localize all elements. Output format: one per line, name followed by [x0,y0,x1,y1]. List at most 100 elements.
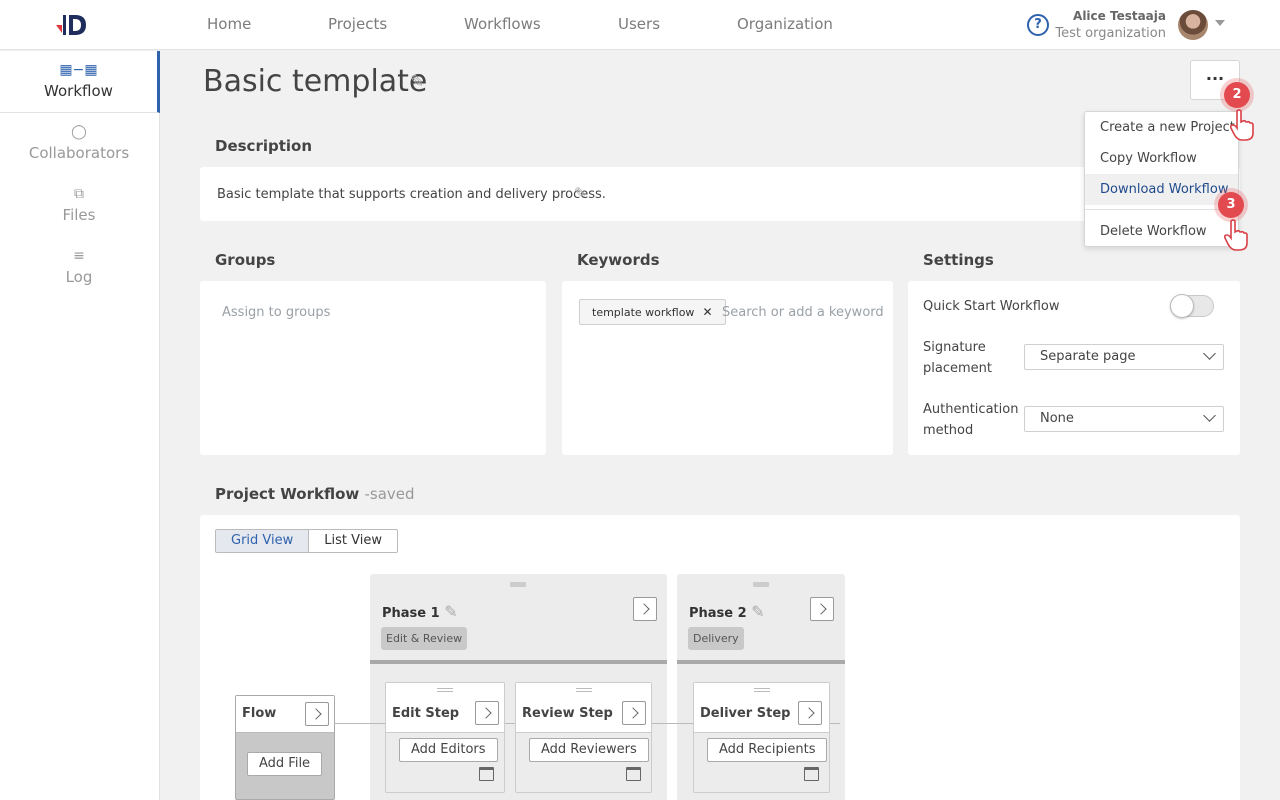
sidebar-item-label: Files [62,206,96,224]
menu-divider [1085,209,1238,210]
drag-handle-icon[interactable] [510,582,526,587]
keywords-label: Keywords [577,251,660,269]
step-expand-button[interactable] [475,701,499,725]
grid-view-button[interactable]: Grid View [216,530,310,552]
nav-home[interactable]: Home [207,15,251,33]
list-view-button[interactable]: List View [309,530,397,552]
sidebar: ▦−▦ Workflow ◯ Collaborators ⧉ Files ≡ L… [0,51,160,800]
phase-tag: Delivery [688,627,744,650]
help-icon[interactable]: ? [1027,14,1049,36]
step-header: Review Step [516,683,651,733]
edit-pencil-icon[interactable]: ✎ [751,602,764,621]
step-badge-2: 2 [1224,82,1250,108]
step-badge-3: 3 [1218,192,1244,218]
sidebar-item-workflow[interactable]: ▦−▦ Workflow [0,51,160,113]
edit-description-pencil-icon[interactable]: ✎ [574,184,587,202]
phase-name: Phase 2 ✎ [689,602,765,621]
drag-handle-icon[interactable] [754,688,770,692]
flow-step[interactable]: Flow Add File [235,695,335,800]
groups-label: Groups [215,251,276,269]
close-icon[interactable]: ✕ [702,305,712,319]
edit-pencil-icon[interactable]: ✎ [444,602,457,621]
log-icon: ≡ [73,248,85,264]
phase-name: Phase 1 ✎ [382,602,458,621]
files-icon: ⧉ [74,186,84,202]
add-reviewers-button[interactable]: Add Reviewers [529,738,649,762]
phase-tag: Edit & Review [381,627,468,650]
auth-label-line2: method [923,423,974,438]
signature-placement-value: Separate page [1040,349,1136,364]
review-step[interactable]: Review Step Add Reviewers [515,682,652,793]
menu-item-delete-workflow[interactable]: Delete Workflow [1085,216,1238,247]
menu-item-copy-workflow[interactable]: Copy Workflow [1085,143,1238,174]
drag-handle-icon[interactable] [576,688,592,692]
nav-organization[interactable]: Organization [737,15,833,33]
drag-handle-icon[interactable] [753,582,769,587]
chevron-down-icon [1203,409,1216,422]
calendar-icon[interactable] [479,767,494,781]
user-name[interactable]: Alice Testaaja [1073,9,1166,23]
keywords-card: template workflow ✕ Search or add a keywo… [562,281,893,455]
flow-step-header: Flow [236,696,334,733]
phase-2[interactable]: Phase 2 ✎ Delivery [677,574,845,664]
top-bar: Home Projects Workflows Users Organizati… [0,0,1280,50]
flow-connector [830,723,840,724]
keyword-search-input[interactable]: Search or add a keyword [722,305,884,320]
add-recipients-button[interactable]: Add Recipients [707,738,828,762]
avatar[interactable] [1178,10,1208,40]
calendar-icon[interactable] [626,767,641,781]
edit-title-pencil-icon[interactable]: ✎ [410,72,424,92]
menu-item-create-project[interactable]: Create a new Project [1085,112,1238,143]
drag-handle-icon[interactable] [437,688,453,692]
step-name: Edit Step [392,706,460,721]
edit-step[interactable]: Edit Step Add Editors [385,682,505,793]
step-name: Deliver Step [700,706,791,721]
hand-cursor-icon [1229,109,1254,141]
menu-item-download-workflow[interactable]: Download Workflow [1085,174,1238,205]
groups-input[interactable]: Assign to groups [222,305,330,320]
step-name: Review Step [522,706,613,721]
keyword-chip: template workflow ✕ [579,299,726,325]
nav-workflows[interactable]: Workflows [464,15,541,33]
user-organization[interactable]: Test organization [1055,26,1166,41]
phase-1[interactable]: Phase 1 ✎ Edit & Review [370,574,667,664]
add-editors-button[interactable]: Add Editors [399,738,498,762]
project-workflow-title: Project Workflow [215,485,360,503]
step-header: Deliver Step [694,683,829,733]
flow-connector [652,723,693,724]
toggle-knob [1170,294,1194,318]
nav-projects[interactable]: Projects [328,15,387,33]
sidebar-item-label: Workflow [44,82,113,100]
step-expand-button[interactable] [622,701,646,725]
phase-expand-button[interactable] [810,597,834,621]
workflow-save-status: -saved [364,485,415,503]
sidebar-item-collaborators[interactable]: ◯ Collaborators [0,113,158,175]
hand-cursor-icon [1223,219,1248,251]
chevron-down-icon [1203,347,1216,360]
calendar-icon[interactable] [804,767,819,781]
caret-down-icon[interactable] [1215,20,1225,26]
quick-start-toggle[interactable] [1170,294,1214,318]
sidebar-item-log[interactable]: ≡ Log [0,237,158,299]
step-expand-button[interactable] [798,701,822,725]
groups-card[interactable]: Assign to groups [200,281,546,455]
nav-users[interactable]: Users [618,15,660,33]
flow-step-name: Flow [242,706,277,721]
auth-label-line1: Authentication [923,402,1019,417]
deliver-step[interactable]: Deliver Step Add Recipients [693,682,830,793]
step-header: Edit Step [386,683,504,733]
person-icon: ◯ [71,124,87,140]
keyword-chip-label: template workflow [592,306,695,319]
flow-expand-button[interactable] [305,702,329,726]
sidebar-item-label: Log [65,268,93,286]
authentication-method-select[interactable]: None [1024,406,1224,432]
signature-label-line1: Signature [923,340,986,355]
phase-expand-button[interactable] [633,597,657,621]
workflow-icon: ▦−▦ [59,62,98,78]
app-logo[interactable] [54,11,90,39]
signature-placement-select[interactable]: Separate page [1024,344,1224,370]
description-label: Description [215,137,313,155]
add-file-button[interactable]: Add File [247,752,323,776]
description-text: Basic template that supports creation an… [217,187,606,202]
sidebar-item-files[interactable]: ⧉ Files [0,175,158,237]
